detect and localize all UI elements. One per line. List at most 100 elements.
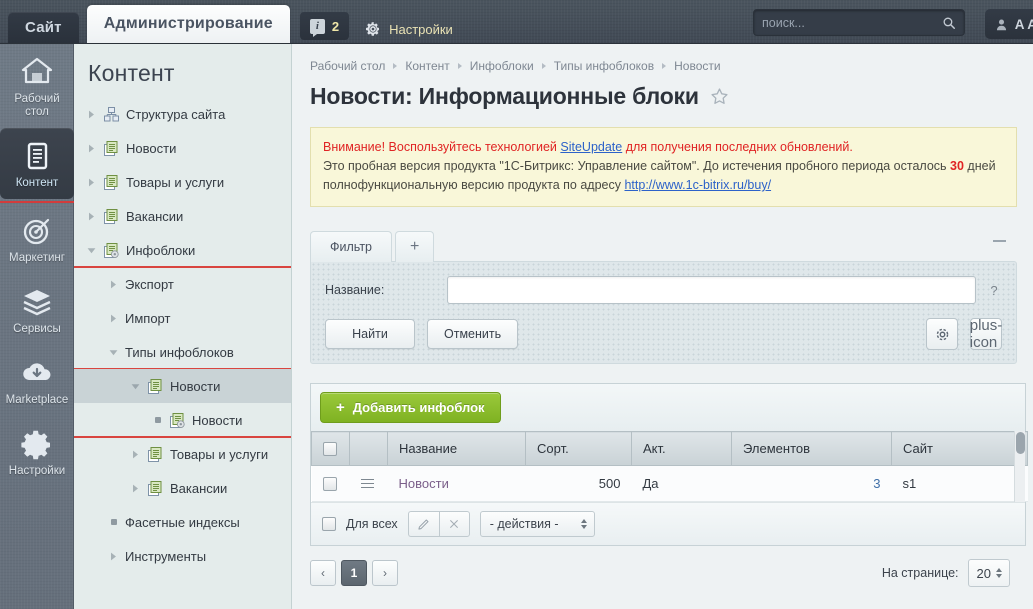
dot-icon — [108, 519, 119, 525]
sidebar-item-marketing-label: Маркетинг — [9, 252, 65, 264]
add-infoblock-button[interactable]: + Добавить инфоблок — [320, 392, 501, 423]
tree-node-4[interactable]: Инфоблоки — [74, 233, 291, 268]
breadcrumb-separator — [393, 63, 398, 69]
chevron-updown-icon — [580, 519, 587, 529]
breadcrumb-item-2[interactable]: Инфоблоки — [470, 59, 534, 73]
burger-menu-icon[interactable] — [360, 478, 377, 489]
grid-scrollbar-thumb[interactable] — [1016, 432, 1025, 454]
filter-name-label: Название: — [325, 283, 385, 297]
th-elements[interactable]: Элементов — [731, 431, 892, 466]
breadcrumb-item-3[interactable]: Типы инфоблоков — [554, 59, 654, 73]
tree-node-3[interactable]: Вакансии — [74, 199, 291, 233]
notifications-button[interactable]: i 2 — [299, 12, 350, 40]
search-input[interactable] — [762, 15, 942, 30]
gear-icon — [366, 22, 380, 36]
breadcrumb-item-0[interactable]: Рабочий стол — [310, 59, 385, 73]
help-icon[interactable]: ? — [986, 283, 1002, 298]
tab-add-filter[interactable]: + — [395, 231, 435, 262]
buy-link[interactable]: http://www.1c-bitrix.ru/buy/ — [624, 178, 771, 192]
magnifier-icon[interactable] — [942, 16, 956, 30]
page-next-button[interactable]: › — [372, 560, 398, 586]
arrow-right-icon[interactable] — [130, 483, 141, 494]
table-row[interactable]: Новости 500 Да 3 s1 — [311, 465, 1028, 502]
tree-node-label: Товары и услуги — [170, 446, 269, 462]
th-select-all[interactable] — [311, 431, 350, 466]
th-sort[interactable]: Сорт. — [525, 431, 632, 466]
sidebar-item-settings[interactable]: Настройки — [0, 416, 74, 487]
page-1-button[interactable]: 1 — [341, 560, 367, 586]
filter-name-input[interactable] — [447, 276, 976, 304]
sidebar-item-marketplace[interactable]: Marketplace — [0, 345, 74, 416]
tab-filter-label: Фильтр — [330, 240, 372, 254]
tree-node-1[interactable]: Новости — [74, 131, 291, 165]
minus-icon[interactable] — [993, 240, 1006, 242]
row-checkbox[interactable] — [322, 477, 337, 492]
siteupdate-link[interactable]: SiteUpdate — [560, 140, 622, 154]
tree-node-5[interactable]: Экспорт — [74, 267, 291, 301]
layers-icon — [23, 290, 51, 316]
tab-site[interactable]: Сайт — [8, 12, 79, 43]
sidebar-item-desktop[interactable]: Рабочий стол — [0, 44, 74, 128]
user-menu[interactable]: A A — [984, 9, 1033, 39]
tree-node-7[interactable]: Типы инфоблоков — [74, 335, 291, 370]
cancel-button[interactable]: Отменить — [427, 319, 519, 349]
row-checkbox-cell[interactable] — [311, 465, 350, 502]
th-site[interactable]: Сайт — [891, 431, 1028, 466]
arrow-right-icon[interactable] — [86, 109, 97, 120]
tree-node-13[interactable]: Инструменты — [74, 539, 291, 573]
page-prev-button[interactable]: ‹ — [310, 560, 336, 586]
row-elements-link[interactable]: 3 — [873, 476, 880, 491]
sidebar-item-desktop-label: Рабочий стол — [14, 93, 60, 118]
th-name[interactable]: Название — [387, 431, 526, 466]
arrow-right-icon[interactable] — [108, 313, 119, 324]
home-icon — [21, 57, 53, 84]
filter-body: Название: ? Найти Отменить plus-icon — [310, 240, 1017, 364]
tab-administration[interactable]: Администрирование — [86, 5, 290, 43]
plus-icon: + — [336, 399, 345, 416]
filter-add-button[interactable]: plus-icon — [970, 317, 1003, 351]
tree-node-10[interactable]: Товары и услуги — [74, 437, 291, 471]
arrow-down-icon[interactable] — [86, 245, 97, 256]
th-active[interactable]: Акт. — [631, 431, 732, 466]
find-button[interactable]: Найти — [325, 319, 415, 349]
row-name-link[interactable]: Новости — [399, 476, 449, 491]
arrow-down-icon[interactable] — [108, 347, 119, 358]
arrow-right-icon[interactable] — [130, 449, 141, 460]
sidebar-item-content[interactable]: Контент — [0, 128, 74, 199]
tab-filter[interactable]: Фильтр — [310, 231, 392, 262]
user-icon — [996, 19, 1006, 30]
arrow-down-icon[interactable] — [130, 381, 141, 392]
tree-node-6[interactable]: Импорт — [74, 301, 291, 335]
sidebar-item-marketing[interactable]: Маркетинг — [0, 203, 74, 274]
settings-link[interactable]: Настройки — [365, 21, 453, 37]
star-outline-icon[interactable] — [710, 87, 729, 106]
tree-node-11[interactable]: Вакансии — [74, 471, 291, 505]
arrow-right-icon[interactable] — [86, 177, 97, 188]
tree-node-12[interactable]: Фасетные индексы — [74, 505, 291, 539]
page-title-row: Новости: Информационные блоки — [292, 73, 1033, 110]
arrow-right-icon[interactable] — [86, 211, 97, 222]
breadcrumb-item-4[interactable]: Новости — [674, 59, 720, 73]
page-title: Новости: Информационные блоки — [310, 83, 699, 109]
tree-node-8[interactable]: Новости — [74, 369, 291, 403]
edit-button[interactable] — [407, 511, 439, 537]
tree-node-2[interactable]: Товары и услуги — [74, 165, 291, 199]
actions-select[interactable]: - действия - — [479, 511, 595, 537]
global-search[interactable] — [753, 9, 965, 36]
arrow-right-icon[interactable] — [108, 551, 119, 562]
delete-button[interactable] — [438, 511, 470, 537]
tree-node-9[interactable]: Новости — [74, 403, 291, 438]
tree-node-0[interactable]: Структура сайта — [74, 97, 291, 131]
grid-scrollbar[interactable] — [1014, 431, 1025, 502]
sidebar-item-services[interactable]: Сервисы — [0, 274, 74, 345]
per-page-select[interactable]: 20 — [967, 559, 1010, 587]
select-all-rows-checkbox[interactable] — [322, 517, 336, 531]
per-page-value: 20 — [976, 565, 991, 581]
arrow-right-icon[interactable] — [86, 143, 97, 154]
select-all-checkbox[interactable] — [323, 442, 337, 457]
filter-settings-button[interactable] — [926, 318, 958, 350]
breadcrumb-item-1[interactable]: Контент — [405, 59, 449, 73]
arrow-right-icon[interactable] — [108, 279, 119, 290]
notice-line-1-pre: Внимание! Воспользуйтесь технологией — [323, 140, 561, 154]
row-menu-cell[interactable] — [349, 465, 388, 502]
